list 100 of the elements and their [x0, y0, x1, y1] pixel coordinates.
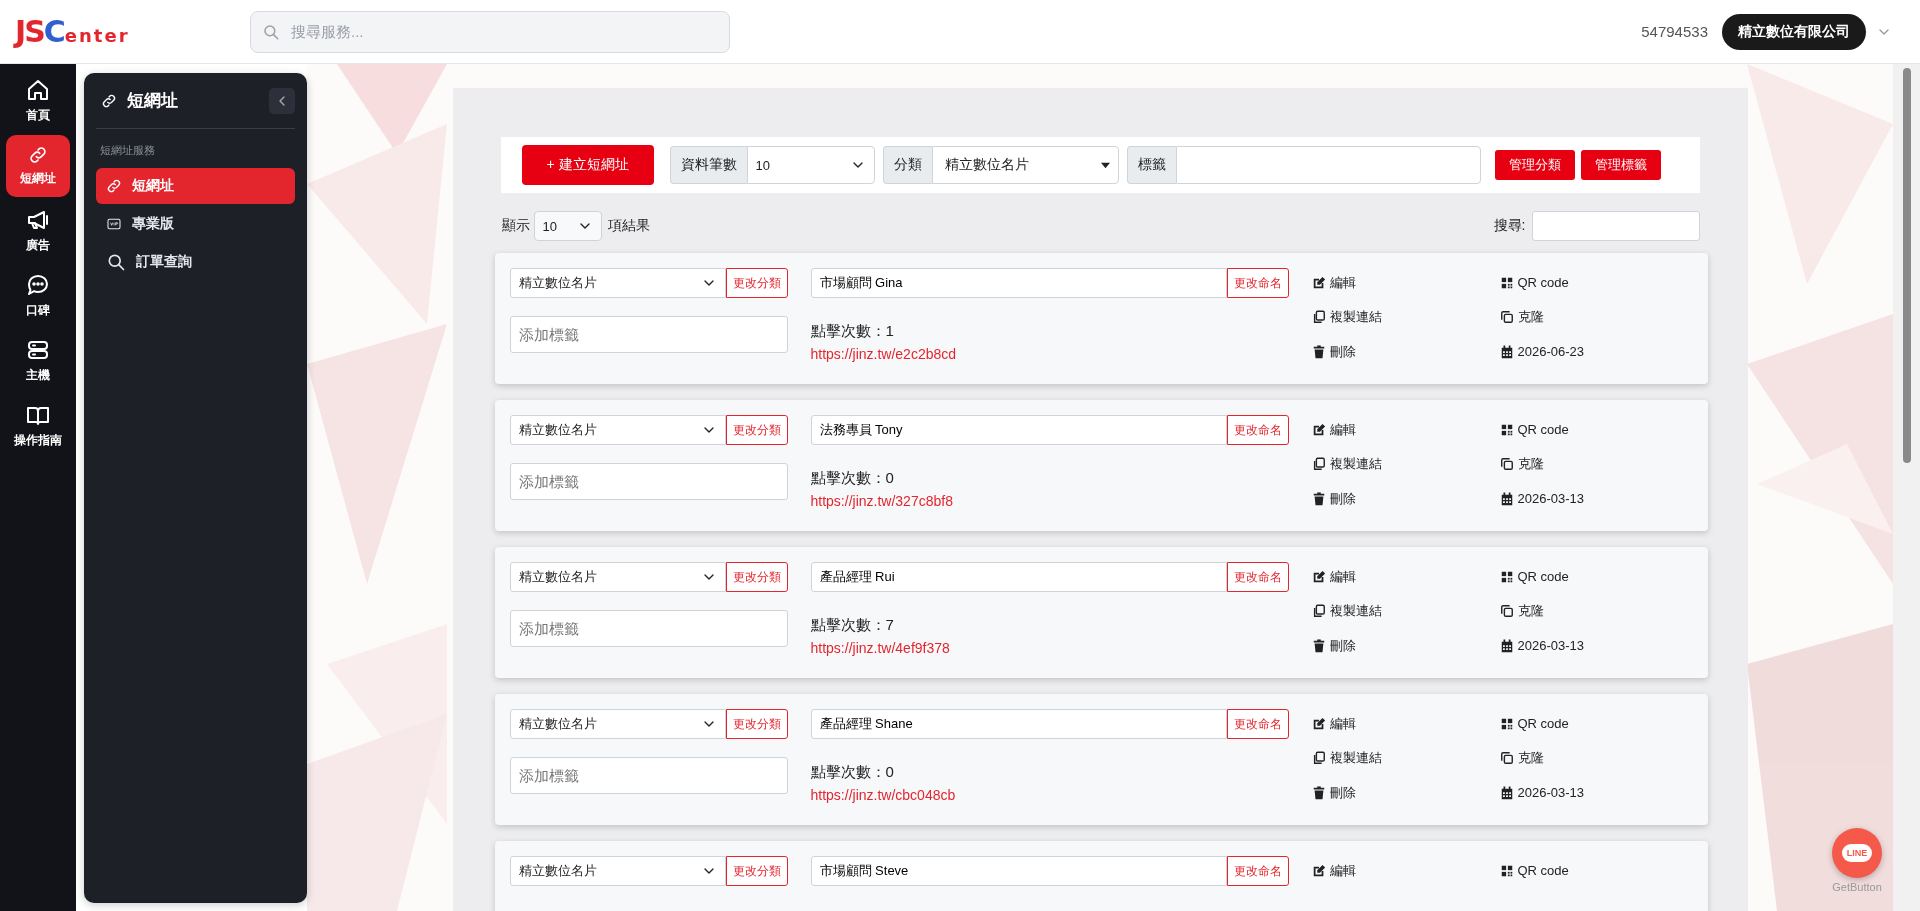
action-link[interactable]: 刪除 [1311, 783, 1500, 803]
account-number: 54794533 [1641, 23, 1708, 40]
manage-button[interactable]: 管理標籤 [1580, 150, 1661, 180]
action-link[interactable]: QR code [1499, 567, 1693, 586]
tag-field[interactable]: 添加標籤 [509, 316, 788, 353]
show-label: 顯示 [501, 217, 530, 235]
panel-menu-item[interactable]: 專業版 [96, 206, 295, 242]
page-size-select[interactable]: 10 [533, 211, 602, 241]
chat-bubble-icon [26, 273, 50, 297]
panel-menu-item[interactable]: 訂單查詢 [96, 244, 295, 280]
action-link[interactable]: 複製連結 [1311, 748, 1500, 768]
category-select[interactable]: 精立數位名片 [509, 709, 726, 739]
click-count: 點擊次數：0 [810, 469, 895, 488]
panel-menu-item[interactable]: 短網址 [96, 168, 295, 204]
tag-field[interactable]: 添加標籤 [509, 610, 788, 647]
collapse-button[interactable] [269, 87, 295, 114]
action-link[interactable]: 克隆 [1499, 454, 1693, 474]
rename-button[interactable]: 更改命名 [1226, 562, 1289, 592]
short-link[interactable]: https://jinz.tw/e2c2b8cd [810, 346, 957, 362]
action-link[interactable]: 刪除 [1311, 636, 1500, 656]
action-link[interactable]: QR code [1499, 714, 1693, 733]
edit-icon [1311, 716, 1326, 731]
short-link[interactable]: https://jinz.tw/cbc048cb [810, 787, 956, 803]
action-link[interactable]: 複製連結 [1311, 307, 1500, 327]
field-label: 資料筆數 [669, 146, 747, 184]
name-field[interactable]: 市場顧問 Gina [810, 268, 1227, 298]
search-field[interactable]: 搜尋服務... [250, 10, 730, 53]
clone-icon [1499, 604, 1514, 619]
search-icon [262, 22, 280, 41]
scrollbar-thumb[interactable] [1902, 68, 1911, 463]
edit-icon [1311, 863, 1326, 878]
action-link[interactable]: QR code [1499, 861, 1693, 880]
rail-item[interactable]: 首頁 [6, 70, 70, 132]
trash-icon [1311, 491, 1326, 506]
short-link[interactable]: https://jinz.tw/327c8bf8 [810, 493, 953, 509]
action-link[interactable]: 編輯 [1311, 273, 1500, 292]
name-field[interactable]: 法務專員 Tony [810, 415, 1227, 445]
server-icon [26, 338, 50, 362]
name-field[interactable]: 市場顧問 Steve [810, 856, 1227, 886]
calendar-icon [1499, 491, 1514, 506]
change-category-button[interactable]: 更改分類 [725, 856, 788, 886]
page-size-select[interactable]: 10 [746, 146, 875, 184]
click-count: 點擊次數：7 [810, 616, 895, 635]
copy-icon [1311, 751, 1326, 766]
rename-button[interactable]: 更改命名 [1226, 268, 1289, 298]
category-select[interactable]: 精立數位名片 [509, 856, 726, 886]
search-field[interactable] [1531, 211, 1700, 241]
manage-button[interactable]: 管理分類 [1494, 150, 1575, 180]
category-select[interactable]: 精立數位名片 [509, 268, 726, 298]
action-link[interactable]: 編輯 [1311, 420, 1500, 439]
tag-field[interactable]: 添加標籤 [509, 463, 788, 500]
action-link[interactable]: 刪除 [1311, 489, 1500, 509]
clone-icon [1499, 751, 1514, 766]
rename-button[interactable]: 更改命名 [1226, 415, 1289, 445]
action-link[interactable]: 克隆 [1499, 748, 1693, 768]
create-short-link-button[interactable]: + 建立短網址 [521, 145, 654, 185]
action-link[interactable]: 克隆 [1499, 307, 1693, 327]
rail-item[interactable]: 口碑 [6, 265, 70, 327]
clone-icon [1499, 310, 1514, 325]
change-category-button[interactable]: 更改分類 [725, 709, 788, 739]
caret-icon [1100, 160, 1110, 170]
short-link[interactable]: https://jinz.tw/4ef9f378 [810, 640, 950, 656]
calendar-icon [1499, 785, 1514, 800]
action-link[interactable]: 編輯 [1311, 861, 1500, 880]
rail-item[interactable]: 操作指南 [6, 395, 70, 457]
rename-button[interactable]: 更改命名 [1226, 709, 1289, 739]
name-field[interactable]: 產品經理 Shane [810, 709, 1227, 739]
qr-code-icon [1499, 716, 1514, 731]
action-link[interactable]: 刪除 [1311, 342, 1500, 362]
name-field[interactable]: 產品經理 Rui [810, 562, 1227, 592]
change-category-button[interactable]: 更改分類 [725, 268, 788, 298]
company-button[interactable]: 精立數位有限公司 [1722, 13, 1866, 50]
click-count: 點擊次數：1 [810, 322, 895, 341]
category-select[interactable]: 精立數位名片 [509, 562, 726, 592]
change-category-button[interactable]: 更改分類 [725, 415, 788, 445]
tag-field[interactable] [1175, 146, 1481, 184]
qr-code-icon [1499, 569, 1514, 584]
rail-item[interactable]: 主機 [6, 330, 70, 392]
action-link[interactable]: 編輯 [1311, 567, 1500, 586]
tag-field[interactable]: 添加標籤 [509, 757, 788, 794]
action-link[interactable]: 編輯 [1311, 714, 1500, 733]
category-select[interactable]: 精立數位名片 [509, 415, 726, 445]
action-link[interactable]: 複製連結 [1311, 601, 1500, 621]
category-select[interactable]: 精立數位名片 [931, 146, 1119, 184]
rename-button[interactable]: 更改命名 [1226, 856, 1289, 886]
action-link[interactable]: 克隆 [1499, 601, 1693, 621]
change-category-button[interactable]: 更改分類 [725, 562, 788, 592]
action-link[interactable]: 複製連結 [1311, 454, 1500, 474]
copy-icon [1311, 604, 1326, 619]
action-link[interactable]: QR code [1499, 273, 1693, 292]
edit-icon [1311, 422, 1326, 437]
rail-item[interactable]: 短網址 [6, 135, 70, 197]
action-link[interactable]: QR code [1499, 420, 1693, 439]
home-icon [26, 78, 50, 102]
click-count: 點擊次數：0 [810, 763, 895, 782]
link-icon [101, 92, 117, 109]
vip-icon [106, 216, 122, 232]
logo[interactable]: JSCenter [15, 14, 205, 49]
link-icon [28, 145, 48, 165]
rail-item[interactable]: 廣告 [6, 200, 70, 262]
